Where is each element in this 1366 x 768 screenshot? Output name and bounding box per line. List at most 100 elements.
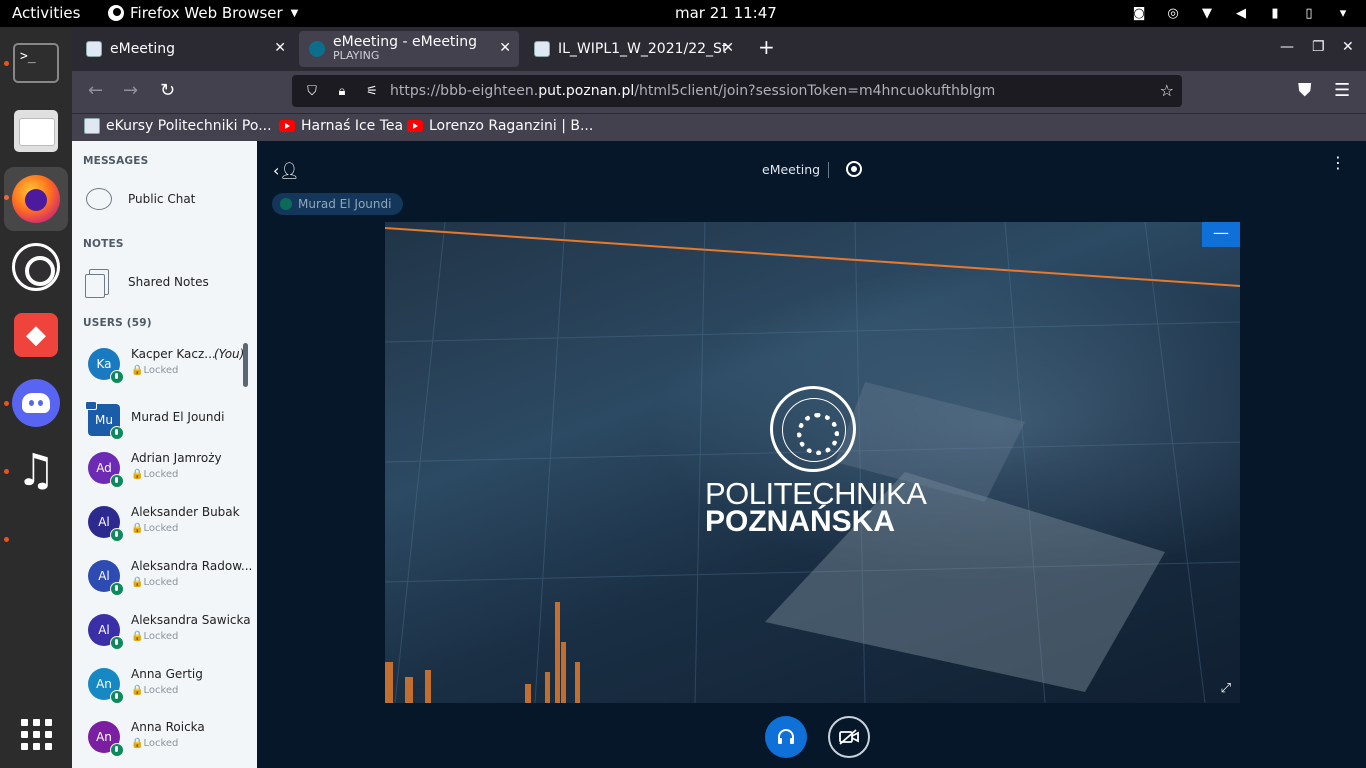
- show-applications-button[interactable]: [4, 702, 68, 766]
- user-item[interactable]: Ka Kacper Kacz... (You) 🔒Locked: [88, 343, 253, 387]
- user-status: 🔒Locked: [131, 365, 179, 376]
- battery-icon[interactable]: ▯: [1300, 4, 1318, 22]
- notes-heading: NOTES: [83, 238, 124, 250]
- close-tab-icon[interactable]: ✕: [722, 40, 734, 56]
- university-favicon-icon: [84, 118, 100, 134]
- user-item[interactable]: An Anna Roicka 🔒Locked: [88, 716, 253, 760]
- audio-headphones-button[interactable]: [765, 716, 807, 758]
- system-tray[interactable]: ◙ ◎ ▼ ◀ ▮ ▯ ▾: [1130, 4, 1352, 22]
- chat-icon: [86, 188, 112, 210]
- tab-title: eMeeting - eMeeting: [333, 34, 478, 50]
- user-status: 🔒Locked: [131, 469, 179, 480]
- bookmark-ekursy[interactable]: eKursy Politechniki Po...: [84, 118, 272, 134]
- microphone-icon: [110, 474, 124, 488]
- app-menu[interactable]: Firefox Web Browser ▼: [108, 4, 298, 22]
- anydesk-icon: ◆: [14, 313, 58, 357]
- user-name: Kacper Kacz...: [131, 347, 216, 361]
- maximize-window-button[interactable]: ❐: [1312, 39, 1325, 55]
- microphone-icon[interactable]: ▮: [1266, 4, 1284, 22]
- meeting-area: ‹👤︎ eMeeting ⋮ Murad El Joundi POLITECHN…: [257, 141, 1366, 768]
- power-menu-icon[interactable]: ▾: [1334, 4, 1352, 22]
- chevron-down-icon: ▼: [290, 7, 299, 19]
- user-name: Murad El Joundi: [131, 410, 225, 424]
- share-webcam-button[interactable]: [828, 716, 870, 758]
- user-item[interactable]: An Anna Gertig 🔒Locked: [88, 663, 253, 707]
- close-tab-icon[interactable]: ✕: [499, 40, 511, 56]
- presenter-icon: [85, 401, 97, 410]
- user-list-panel: MESSAGES Public Chat NOTES Shared Notes …: [72, 141, 257, 768]
- presentation-slide[interactable]: POLITECHNIKA POZNAŃSKA — ⤢: [385, 222, 1240, 703]
- close-window-button[interactable]: ✕: [1342, 39, 1354, 55]
- fullscreen-icon[interactable]: ⤢: [1221, 681, 1231, 696]
- url-text[interactable]: https://bbb-eighteen.put.poznan.pl/html5…: [390, 83, 995, 99]
- tab-emeeting-1[interactable]: eMeeting ✕: [76, 31, 294, 67]
- minimize-window-button[interactable]: —: [1280, 39, 1294, 55]
- files-launcher[interactable]: [4, 99, 68, 163]
- avatar: Ad: [88, 452, 124, 488]
- messages-heading: MESSAGES: [83, 155, 149, 167]
- microphone-icon: [110, 528, 124, 542]
- volume-icon[interactable]: ◀: [1232, 4, 1250, 22]
- microphone-icon: [110, 582, 124, 596]
- activities-button[interactable]: Activities: [12, 4, 80, 22]
- recording-indicator-icon[interactable]: [846, 161, 862, 177]
- bookmark-star-icon[interactable]: ☆: [1160, 81, 1174, 100]
- anydesk-launcher[interactable]: ◆: [4, 303, 68, 367]
- obs-launcher[interactable]: [4, 235, 68, 299]
- options-menu-icon[interactable]: ⋮: [1330, 155, 1346, 171]
- discord-launcher[interactable]: [4, 371, 68, 435]
- tab-emeeting-2[interactable]: eMeeting - eMeeting PLAYING ✕: [299, 31, 519, 67]
- user-list-scrollbar[interactable]: [243, 343, 248, 387]
- microphone-icon: [110, 743, 124, 757]
- tab-playing-label: PLAYING: [333, 49, 380, 62]
- user-item[interactable]: Al Aleksandra Sawicka 🔒Locked: [88, 609, 253, 653]
- university-favicon-icon: [86, 41, 102, 57]
- navigation-toolbar: ← → ↻ ⛉ 🔒︎ ⚟ https://bbb-eighteen.put.po…: [72, 71, 1366, 113]
- shared-notes-item[interactable]: Shared Notes: [85, 269, 209, 298]
- user-status: 🔒Locked: [131, 738, 179, 749]
- university-wordmark: POLITECHNIKA POZNAŃSKA: [705, 478, 927, 537]
- forward-button[interactable]: →: [123, 81, 138, 101]
- terminal-launcher[interactable]: >_: [4, 31, 68, 95]
- firefox-icon: [108, 5, 124, 21]
- app-menu-label: Firefox Web Browser: [130, 4, 283, 22]
- obs-tray-icon[interactable]: ◎: [1164, 4, 1182, 22]
- user-item[interactable]: Mu Murad El Joundi: [85, 399, 253, 443]
- music-note-icon: ♫: [16, 445, 56, 496]
- talking-indicator[interactable]: Murad El Joundi: [272, 193, 404, 215]
- url-bar[interactable]: ⛉ 🔒︎ ⚟ https://bbb-eighteen.put.poznan.p…: [292, 75, 1182, 107]
- wifi-icon[interactable]: ▼: [1198, 4, 1216, 22]
- pocket-icon[interactable]: ⛊: [1298, 81, 1312, 101]
- permissions-icon[interactable]: ⚟: [362, 84, 382, 99]
- dock: >_ ◆ ♫: [0, 27, 72, 768]
- lock-icon[interactable]: 🔒︎: [332, 84, 352, 99]
- user-name: Aleksander Bubak: [131, 505, 240, 519]
- tracking-protection-icon[interactable]: ⛉: [302, 84, 322, 99]
- toggle-user-list-icon[interactable]: ‹👤︎: [273, 161, 300, 180]
- music-launcher[interactable]: ♫: [4, 439, 68, 503]
- tab-course[interactable]: IL_WIPL1_W_2021/22_St ✕: [524, 31, 742, 67]
- microphone-icon: [110, 690, 124, 704]
- bookmark-harnas[interactable]: Harnaś Ice Tea: [279, 118, 403, 134]
- user-item[interactable]: Al Aleksander Bubak 🔒Locked: [88, 501, 253, 545]
- reload-button[interactable]: ↻: [160, 81, 175, 101]
- system-top-bar: Activities Firefox Web Browser ▼ mar 21 …: [0, 0, 1366, 27]
- user-item[interactable]: Ad Adrian Jamroży 🔒Locked: [88, 447, 253, 491]
- shared-notes-label: Shared Notes: [128, 275, 209, 289]
- menu-hamburger-icon[interactable]: ☰: [1334, 81, 1350, 101]
- back-button[interactable]: ←: [88, 81, 103, 101]
- clock[interactable]: mar 21 11:47: [675, 4, 777, 22]
- public-chat-item[interactable]: Public Chat: [86, 188, 195, 210]
- user-item[interactable]: Al Aleksandra Radow... 🔒Locked: [88, 555, 253, 599]
- you-label: (You): [214, 347, 245, 361]
- discord-icon: [12, 379, 60, 427]
- minimize-presentation-button[interactable]: —: [1202, 222, 1240, 247]
- firefox-launcher[interactable]: [4, 167, 68, 231]
- discord-tray-icon[interactable]: ◙: [1130, 4, 1148, 22]
- public-chat-label: Public Chat: [128, 192, 196, 206]
- close-tab-icon[interactable]: ✕: [274, 40, 286, 56]
- bookmark-lorenzo[interactable]: Lorenzo Raganzini | B...: [407, 118, 593, 134]
- divider: [828, 162, 829, 178]
- avatar: Ka: [88, 348, 124, 384]
- new-tab-button[interactable]: +: [758, 37, 775, 57]
